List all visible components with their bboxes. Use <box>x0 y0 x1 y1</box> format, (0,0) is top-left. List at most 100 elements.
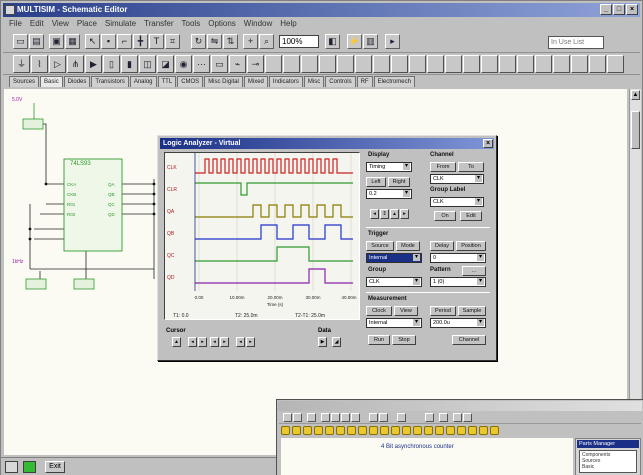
menu-place[interactable]: Place <box>77 18 97 30</box>
indicator-part-icon[interactable]: ◉ <box>175 55 192 73</box>
zoom-out-icon[interactable]: ⌕ <box>259 34 274 49</box>
mixed-part-icon[interactable]: ◪ <box>157 55 174 73</box>
measure-sample-button[interactable]: Sample <box>458 306 486 316</box>
clock-source[interactable] <box>25 278 47 290</box>
blank-part-19[interactable] <box>589 55 606 73</box>
group-edit-button[interactable]: Edit <box>460 211 482 221</box>
w2-pointer-icon[interactable] <box>321 413 330 422</box>
channel-config-button[interactable]: Channel <box>452 335 486 345</box>
measure-period-button[interactable]: Period <box>430 306 456 316</box>
tab-diodes[interactable]: Diodes <box>63 76 91 87</box>
measure-view-button[interactable]: View <box>394 306 418 316</box>
w2-graph-icon[interactable] <box>351 413 360 422</box>
w2-part-icon[interactable] <box>358 426 367 435</box>
w2-analysis-icon[interactable] <box>453 413 462 422</box>
w2-part-icon[interactable] <box>380 426 389 435</box>
w2-part-icon[interactable] <box>402 426 411 435</box>
blank-part-5[interactable] <box>337 55 354 73</box>
trigger-source-button[interactable]: Source <box>366 241 394 251</box>
w2-part-icon[interactable] <box>325 426 334 435</box>
w2-text-icon[interactable] <box>341 413 350 422</box>
tab-misc-digital[interactable]: Misc Digital <box>204 76 243 87</box>
channel-select[interactable]: CLK <box>430 174 484 184</box>
exit-button[interactable]: Exit <box>45 461 65 473</box>
cmos-part-icon[interactable]: ▮ <box>121 55 138 73</box>
blank-part-17[interactable] <box>553 55 570 73</box>
blank-part-16[interactable] <box>535 55 552 73</box>
resistor-part-icon[interactable]: ⌇ <box>31 55 48 73</box>
group-on-button[interactable]: On <box>434 211 456 221</box>
analysis-icon[interactable]: ▥ <box>363 34 378 49</box>
save-icon[interactable]: ▣ <box>49 34 64 49</box>
channel-from-button[interactable]: From <box>430 162 456 172</box>
tab-mixed[interactable]: Mixed <box>243 76 268 87</box>
blank-part-3[interactable] <box>301 55 318 73</box>
tab-misc[interactable]: Misc <box>303 76 325 87</box>
tab-transistors[interactable]: Transistors <box>91 76 129 87</box>
trigger-delay-button[interactable]: Delay <box>430 241 454 251</box>
power-icon[interactable] <box>23 461 36 473</box>
node-icon[interactable]: ╋ <box>133 34 148 49</box>
component-icon[interactable]: ◧ <box>325 34 340 49</box>
display-mode-select[interactable]: Timing <box>366 162 412 172</box>
minimize-button[interactable]: _ <box>600 4 612 15</box>
blank-part-12[interactable] <box>463 55 480 73</box>
group-select[interactable]: CLK <box>366 277 422 287</box>
tab-cmos[interactable]: CMOS <box>177 76 204 87</box>
blank-part-20[interactable] <box>607 55 624 73</box>
menu-help[interactable]: Help <box>280 18 296 30</box>
parts-manager-list[interactable]: Components Sources Basic <box>579 450 637 473</box>
blank-part-9[interactable] <box>409 55 426 73</box>
w2-part-icon[interactable] <box>479 426 488 435</box>
channel-to-button[interactable]: To <box>458 162 484 172</box>
flip-h-icon[interactable]: ⇋ <box>207 34 222 49</box>
stop-button[interactable]: Stop <box>392 335 416 345</box>
w2-part-icon[interactable] <box>468 426 477 435</box>
menu-file[interactable]: File <box>9 18 22 30</box>
w2-part-icon[interactable] <box>391 426 400 435</box>
display-left-button[interactable]: Left <box>366 177 386 187</box>
w2-part-icon[interactable] <box>336 426 345 435</box>
rotate-icon[interactable]: ↻ <box>191 34 206 49</box>
display-width-select[interactable]: 0.2 <box>366 189 412 199</box>
blank-part-8[interactable] <box>391 55 408 73</box>
new-icon[interactable]: ▭ <box>13 34 28 49</box>
tab-sources[interactable]: Sources <box>9 76 40 87</box>
w2-part-icon[interactable] <box>457 426 466 435</box>
menu-window[interactable]: Window <box>244 18 272 30</box>
zoom-select[interactable]: 100% <box>279 35 319 48</box>
select-icon[interactable]: ▪ <box>101 34 116 49</box>
menu-edit[interactable]: Edit <box>30 18 44 30</box>
menu-view[interactable]: View <box>52 18 69 30</box>
blank-part-2[interactable] <box>283 55 300 73</box>
pattern-select[interactable]: 1 (0) <box>430 277 486 287</box>
blank-part-11[interactable] <box>445 55 462 73</box>
vcc-source[interactable] <box>22 118 44 130</box>
group-label-select[interactable]: CLK <box>430 197 484 207</box>
tab-rf[interactable]: RF <box>356 76 373 87</box>
blank-part-4[interactable] <box>319 55 336 73</box>
gear-icon[interactable] <box>5 461 18 473</box>
w2-open-icon[interactable] <box>293 413 302 422</box>
tab-indicators[interactable]: Indicators <box>268 76 303 87</box>
menu-transfer[interactable]: Transfer <box>144 18 174 30</box>
in-use-list[interactable]: In Use List <box>548 36 604 49</box>
w2-zoom-icon[interactable] <box>397 413 406 422</box>
measure-clock-button[interactable]: Clock <box>366 306 392 316</box>
waveform-display[interactable]: CLK CLR QA QB QC QD 0.00 10.00m 20.00m 3… <box>164 152 360 320</box>
data-play-icon[interactable]: ▶ <box>318 337 327 347</box>
cursor-2-left-icon[interactable]: ◂ <box>210 337 219 347</box>
trigger-position-select[interactable]: 0 <box>430 253 486 263</box>
blank-part-15[interactable] <box>517 55 534 73</box>
open-icon[interactable]: ▤ <box>29 34 44 49</box>
pointer-icon[interactable]: ↖ <box>85 34 100 49</box>
pan-left-icon[interactable]: ◂ <box>370 209 379 219</box>
w2-part-icon[interactable] <box>369 426 378 435</box>
w2-part-icon[interactable] <box>424 426 433 435</box>
misc-part-icon[interactable]: ⋯ <box>193 55 210 73</box>
pattern-more-button[interactable]: ... <box>462 266 486 276</box>
trigger-position-button[interactable]: Position <box>456 241 486 251</box>
w2-wire-icon[interactable] <box>331 413 340 422</box>
opamp-part-icon[interactable]: ▶ <box>85 55 102 73</box>
cursor-1-right-icon[interactable]: ▸ <box>198 337 207 347</box>
